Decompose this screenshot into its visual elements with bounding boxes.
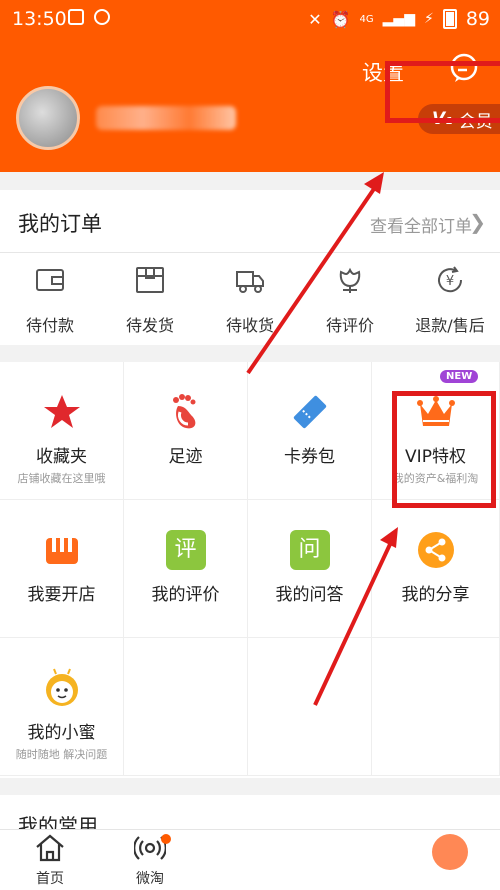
tab-home-label: 首页	[36, 871, 64, 887]
qa-icon: 问	[289, 530, 330, 570]
order-refund-aftersale-label: 退款/售后	[415, 316, 485, 335]
review-icon: 评	[165, 530, 206, 570]
home-icon	[36, 834, 64, 862]
grid-item-my-shares[interactable]: 我的分享	[372, 500, 500, 638]
svg-text:¥: ¥	[446, 274, 454, 289]
footprint-icon	[172, 394, 195, 429]
charging-icon: ⚡	[423, 11, 434, 27]
tab-weitao[interactable]: 微淘	[110, 830, 190, 890]
truck-icon	[236, 271, 264, 293]
order-pending-review-label: 待评价	[325, 316, 374, 335]
grid-item-my-qa[interactable]: 问 我的问答	[248, 500, 372, 638]
avatar[interactable]	[16, 86, 80, 150]
signal-icon: ▂▄▆	[382, 11, 415, 27]
view-all-orders-link[interactable]: 查看全部订单	[370, 212, 472, 237]
grid-item-sub: 店铺收藏在这里哦	[17, 472, 106, 485]
package-icon	[136, 267, 164, 293]
order-pending-shipment[interactable]: 待发货	[100, 252, 200, 345]
status-notification-icons	[68, 9, 110, 25]
grid-item-open-shop[interactable]: 我要开店	[0, 500, 124, 638]
share-icon	[417, 532, 454, 568]
shop-icon	[45, 538, 78, 564]
grid-item-label: 我要开店	[27, 585, 96, 605]
grid-item-label: 我的小蜜	[27, 723, 96, 743]
grid-item-assistant[interactable]: 我的小蜜 随时随地 解决问题	[0, 638, 124, 776]
qa-glyph: 问	[298, 537, 321, 562]
status-time: 13:50	[12, 8, 67, 30]
ticket-icon	[293, 395, 326, 429]
star-icon	[43, 395, 80, 428]
grid-item-label: 收藏夹	[36, 447, 87, 467]
grid-item-label: 足迹	[168, 447, 203, 467]
tab-home[interactable]: 首页	[10, 830, 90, 890]
order-refund-aftersale[interactable]: ¥ 退款/售后	[400, 252, 500, 345]
grid-empty-cell	[124, 638, 248, 776]
status-right-icons: ✕ ⏰ 4G ▂▄▆ ⚡ 89	[308, 8, 490, 30]
camera-icon	[94, 9, 110, 25]
grid-item-label: 我的评价	[151, 585, 220, 605]
image-icon	[68, 9, 84, 25]
grid-item-my-reviews[interactable]: 评 我的评价	[124, 500, 248, 638]
order-pending-receipt[interactable]: 待收货	[200, 252, 300, 345]
grid-item-footprints[interactable]: 足迹	[124, 362, 248, 500]
grid-item-coupons[interactable]: 卡券包	[248, 362, 372, 500]
chevron-right-icon[interactable]: ❯	[469, 210, 486, 234]
orders-title: 我的订单	[18, 212, 102, 236]
floating-action-button[interactable]	[432, 834, 468, 870]
order-pending-payment-label: 待付款	[25, 316, 74, 335]
refund-icon: ¥	[438, 266, 463, 293]
grid-item-label: 我的问答	[275, 585, 344, 605]
annotation-box-member	[385, 61, 500, 123]
wallet-icon	[36, 269, 64, 291]
grid-item-sub: 随时随地 解决问题	[15, 748, 108, 761]
grid-item-label: 卡券包	[284, 447, 335, 467]
bee-icon	[45, 668, 78, 706]
battery-icon	[442, 9, 457, 29]
battery-level: 89	[465, 8, 490, 30]
status-bar: 13:50 ✕ ⏰ 4G ▂▄▆ ⚡ 89	[0, 0, 500, 36]
tab-weitao-label: 微淘	[136, 871, 164, 887]
annotation-box-vip	[392, 391, 496, 508]
review-glyph: 评	[174, 537, 197, 562]
order-pending-receipt-label: 待收货	[225, 316, 274, 335]
alarm-icon: ⏰	[330, 9, 351, 29]
notification-dot	[161, 834, 171, 844]
grid-item-favorites[interactable]: 收藏夹 店铺收藏在这里哦	[0, 362, 124, 500]
mute-icon: ✕	[308, 9, 322, 29]
bottom-tab-bar: 首页 微淘	[0, 829, 500, 890]
flower-icon	[339, 267, 361, 293]
new-badge: NEW	[440, 370, 479, 383]
order-pending-review[interactable]: 待评价	[300, 252, 400, 345]
orders-section: 我的订单 查看全部订单 ❯ 待付款 待发货 待收货 待评价 ¥ 退款/售后	[0, 190, 500, 345]
grid-empty-cell	[248, 638, 372, 776]
network-label: 4G	[359, 13, 374, 25]
grid-item-label: 我的分享	[401, 585, 470, 605]
order-pending-shipment-label: 待发货	[125, 316, 174, 335]
grid-empty-cell	[372, 638, 500, 776]
order-pending-payment[interactable]: 待付款	[0, 252, 100, 345]
username-blurred	[96, 106, 236, 130]
